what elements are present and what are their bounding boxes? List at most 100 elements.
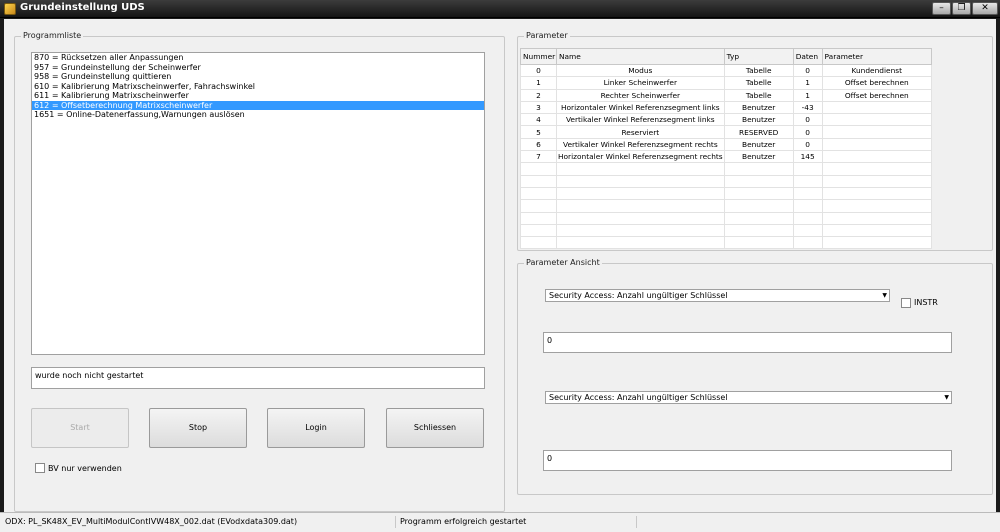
empty-cell bbox=[555, 174, 725, 188]
status-odx: ODX: PL_SK48X_EV_MultiModulContIVW48X_00… bbox=[2, 516, 396, 528]
table-cell: Benutzer bbox=[723, 113, 794, 127]
program-listbox[interactable]: 870 = Rücksetzen aller Anpassungen 957 = … bbox=[31, 52, 485, 355]
table-cell: Tabelle bbox=[723, 88, 794, 102]
table-cell: Tabelle bbox=[723, 63, 794, 78]
empty-cell bbox=[792, 199, 823, 213]
program-list-item[interactable]: 870 = Rücksetzen aller Anpassungen bbox=[32, 53, 484, 63]
status-message: Programm erfolgreich gestartet bbox=[397, 516, 637, 528]
chevron-down-icon: ▼ bbox=[944, 394, 949, 401]
parameter-value-1[interactable]: 0 bbox=[543, 332, 952, 353]
table-cell: 2 bbox=[520, 88, 557, 102]
table-cell: Offset berechnen bbox=[821, 88, 933, 102]
column-header[interactable]: Name bbox=[555, 48, 725, 65]
parameter-view-label: Parameter Ansicht bbox=[524, 258, 602, 267]
empty-cell bbox=[723, 236, 794, 250]
empty-cell bbox=[520, 186, 557, 201]
table-row[interactable]: 1 Linker Scheinwerfer Tabelle 1 Offset berec… bbox=[520, 76, 933, 90]
program-list-item[interactable]: 611 = Kalibrierung Matrixscheinwerfer bbox=[32, 91, 484, 101]
empty-row bbox=[520, 236, 933, 250]
table-cell: 0 bbox=[792, 63, 823, 78]
instr-checkbox[interactable] bbox=[901, 298, 911, 308]
table-row[interactable]: 2 Rechter Scheinwerfer Tabelle 1 Offset bere… bbox=[520, 88, 933, 102]
schliessen-button[interactable]: Schliessen bbox=[386, 408, 484, 448]
program-list-item[interactable]: 612 = Offsetberechnung Matrixscheinwerfe… bbox=[32, 100, 484, 110]
program-status-field[interactable]: wurde noch nicht gestartet bbox=[31, 367, 485, 389]
parameter-label: Parameter bbox=[524, 31, 570, 40]
empty-cell bbox=[520, 211, 557, 225]
column-header[interactable]: Daten bbox=[792, 48, 823, 65]
empty-cell bbox=[821, 174, 933, 188]
table-cell: Horizontaler Winkel Referenzsegment link… bbox=[555, 100, 725, 115]
empty-cell bbox=[821, 211, 933, 225]
start-button[interactable]: Start bbox=[31, 408, 129, 448]
program-list-item[interactable]: 610 = Kalibrierung Matrixscheinwerfer, F… bbox=[32, 82, 484, 92]
combo-1-value: Security Access: Anzahl ungültiger Schlü… bbox=[549, 291, 728, 300]
parameter-value-2[interactable]: 0 bbox=[543, 450, 952, 471]
table-cell bbox=[821, 137, 933, 152]
empty-cell bbox=[792, 174, 823, 188]
parameter-combo-1[interactable]: Security Access: Anzahl ungültiger Schlü… bbox=[545, 289, 890, 302]
table-row[interactable]: 6 Vertikaler Winkel Referenzsegment recht… bbox=[520, 137, 933, 152]
column-header[interactable]: Typ bbox=[723, 48, 794, 65]
parameter-table-header: Nummer Name Typ Daten Parameter bbox=[520, 48, 933, 65]
empty-cell bbox=[723, 174, 794, 188]
table-cell bbox=[821, 150, 933, 164]
table-cell: 0 bbox=[792, 137, 823, 152]
empty-row bbox=[520, 186, 933, 201]
empty-cell bbox=[821, 236, 933, 250]
bv-checkbox[interactable] bbox=[35, 463, 45, 473]
table-cell: 7 bbox=[520, 150, 557, 164]
program-list-item[interactable]: 957 = Grundeinstellung der Scheinwerfer bbox=[32, 63, 484, 73]
empty-cell bbox=[821, 223, 933, 238]
app-icon bbox=[4, 3, 16, 15]
empty-row bbox=[520, 162, 933, 176]
program-list-item[interactable]: 1651 = Online-Datenerfassung,Warnungen a… bbox=[32, 110, 484, 120]
empty-row bbox=[520, 174, 933, 188]
empty-cell bbox=[555, 186, 725, 201]
table-row[interactable]: 0 Modus Tabelle 0 Kundendienst bbox=[520, 63, 933, 78]
empty-cell bbox=[555, 211, 725, 225]
table-cell: 0 bbox=[792, 113, 823, 127]
table-row[interactable]: 4 Vertikaler Winkel Referenzsegment links… bbox=[520, 113, 933, 127]
empty-cell bbox=[792, 162, 823, 176]
minimize-button[interactable]: – bbox=[932, 2, 951, 15]
login-button[interactable]: Login bbox=[267, 408, 365, 448]
title-bar[interactable]: Grundeinstellung UDS – ❐ ✕ bbox=[0, 0, 1000, 18]
table-cell: Rechter Scheinwerfer bbox=[555, 88, 725, 102]
table-cell: 145 bbox=[792, 150, 823, 164]
empty-row bbox=[520, 199, 933, 213]
empty-cell bbox=[821, 186, 933, 201]
instr-label: INSTR bbox=[914, 298, 938, 307]
empty-cell bbox=[520, 236, 557, 250]
empty-row bbox=[520, 223, 933, 238]
table-cell bbox=[821, 125, 933, 139]
table-row[interactable]: 5 Reserviert RESERVED 0 bbox=[520, 125, 933, 139]
program-list-item[interactable]: 958 = Grundeinstellung quittieren bbox=[32, 72, 484, 82]
parameter-table-body: 0 Modus Tabelle 0 Kundendienst 1 Linker Schein… bbox=[520, 63, 933, 250]
table-cell: 1 bbox=[520, 76, 557, 90]
table-cell: Modus bbox=[555, 63, 725, 78]
empty-cell bbox=[723, 211, 794, 225]
table-cell: 4 bbox=[520, 113, 557, 127]
table-cell: Vertikaler Winkel Referenzsegment links bbox=[555, 113, 725, 127]
column-header[interactable]: Nummer bbox=[520, 48, 557, 65]
column-header[interactable]: Parameter bbox=[821, 48, 933, 65]
table-cell bbox=[821, 113, 933, 127]
table-cell bbox=[821, 100, 933, 115]
table-cell: Vertikaler Winkel Referenzsegment rechts bbox=[555, 137, 725, 152]
restore-button[interactable]: ❐ bbox=[952, 2, 971, 15]
parameter-combo-2[interactable]: Security Access: Anzahl ungültiger Schlü… bbox=[545, 391, 952, 404]
table-cell: 3 bbox=[520, 100, 557, 115]
stop-button[interactable]: Stop bbox=[149, 408, 247, 448]
table-cell: Benutzer bbox=[723, 100, 794, 115]
parameter-table[interactable]: Nummer Name Typ Daten Parameter 0 Modus Tabell… bbox=[520, 48, 933, 250]
table-cell: -43 bbox=[792, 100, 823, 115]
close-window-button[interactable]: ✕ bbox=[972, 2, 998, 15]
status-bar: ODX: PL_SK48X_EV_MultiModulContIVW48X_00… bbox=[0, 512, 1000, 532]
table-row[interactable]: 3 Horizontaler Winkel Referenzsegment lin… bbox=[520, 100, 933, 115]
empty-cell bbox=[792, 211, 823, 225]
empty-cell bbox=[555, 223, 725, 238]
table-row[interactable]: 7 Horizontaler Winkel Referenzsegment rec… bbox=[520, 150, 933, 164]
table-cell: Horizontaler Winkel Referenzsegment rech… bbox=[555, 150, 725, 164]
table-cell: 5 bbox=[520, 125, 557, 139]
